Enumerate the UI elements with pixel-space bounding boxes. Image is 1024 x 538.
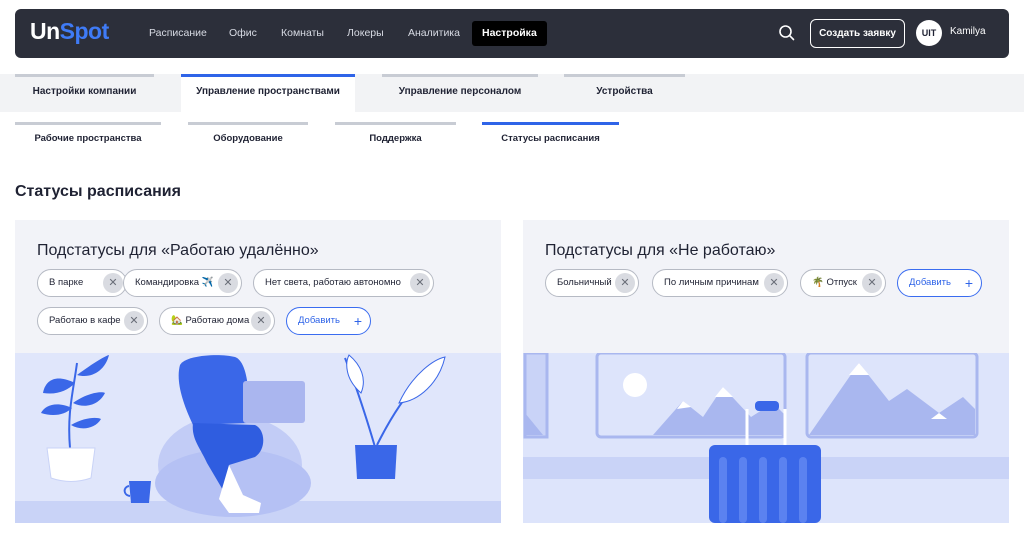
- close-icon[interactable]: ✕: [862, 273, 882, 293]
- unspot-logo[interactable]: UnSpot: [30, 18, 109, 45]
- close-icon[interactable]: ✕: [615, 273, 635, 293]
- avatar[interactable]: UIT: [916, 20, 942, 46]
- chip-home[interactable]: 🏡 Работаю дома ✕: [159, 307, 275, 335]
- subtab-workspaces[interactable]: Рабочие пространства: [15, 122, 161, 152]
- close-icon[interactable]: ✕: [764, 273, 784, 293]
- chip-sick-leave[interactable]: Больничный ✕: [545, 269, 639, 297]
- remote-substatus-card: Подстатусы для «Работаю удалённо» В парк…: [15, 220, 501, 523]
- nav-schedule[interactable]: Расписание: [139, 21, 217, 46]
- tab-staff-management[interactable]: Управление персоналом: [382, 74, 538, 112]
- nav-lockers[interactable]: Локеры: [337, 21, 394, 46]
- page-title: Статусы расписания: [15, 183, 181, 200]
- vacation-illustration: [523, 353, 1009, 523]
- chip-cafe[interactable]: Работаю в кафе ✕: [37, 307, 148, 335]
- plus-icon: +: [964, 275, 973, 291]
- subtab-schedule-statuses[interactable]: Статусы расписания: [482, 122, 619, 152]
- remote-work-illustration: [15, 353, 501, 523]
- close-icon[interactable]: ✕: [124, 311, 144, 331]
- close-icon[interactable]: ✕: [103, 273, 123, 293]
- user-name[interactable]: Kamilya: [950, 26, 986, 37]
- add-substatus-button[interactable]: Добавить +: [897, 269, 982, 297]
- tab-company-settings[interactable]: Настройки компании: [15, 74, 154, 112]
- subtab-equipment[interactable]: Оборудование: [188, 122, 308, 152]
- chip-business-trip[interactable]: Командировка ✈️ ✕: [123, 269, 242, 297]
- subtab-support[interactable]: Поддержка: [335, 122, 456, 152]
- nav-office[interactable]: Офис: [219, 21, 267, 46]
- chip-park[interactable]: В парке ✕: [37, 269, 127, 297]
- plus-icon: +: [353, 313, 362, 329]
- top-bar: UnSpot Расписание Офис Комнаты Локеры Ан…: [15, 9, 1009, 58]
- nav-analytics[interactable]: Аналитика: [398, 21, 470, 46]
- close-icon[interactable]: ✕: [410, 273, 430, 293]
- chip-vacation[interactable]: 🌴 Отпуск ✕: [800, 269, 886, 297]
- nav-settings[interactable]: Настройка: [472, 21, 547, 46]
- close-icon[interactable]: ✕: [251, 311, 271, 331]
- chip-no-power[interactable]: Нет света, работаю автономно ✕: [253, 269, 434, 297]
- tab-space-management[interactable]: Управление пространствами: [181, 74, 355, 112]
- add-substatus-button[interactable]: Добавить +: [286, 307, 371, 335]
- search-icon[interactable]: [777, 23, 797, 43]
- card-title: Подстатусы для «Работаю удалённо»: [37, 242, 319, 259]
- not-working-substatus-card: Подстатусы для «Не работаю» Больничный ✕ …: [523, 220, 1009, 523]
- nav-rooms[interactable]: Комнаты: [271, 21, 334, 46]
- close-icon[interactable]: ✕: [218, 273, 238, 293]
- create-request-button[interactable]: Создать заявку: [810, 19, 905, 48]
- chip-personal-reasons[interactable]: По личным причинам ✕: [652, 269, 788, 297]
- tab-devices[interactable]: Устройства: [564, 74, 685, 112]
- card-title: Подстатусы для «Не работаю»: [545, 242, 776, 259]
